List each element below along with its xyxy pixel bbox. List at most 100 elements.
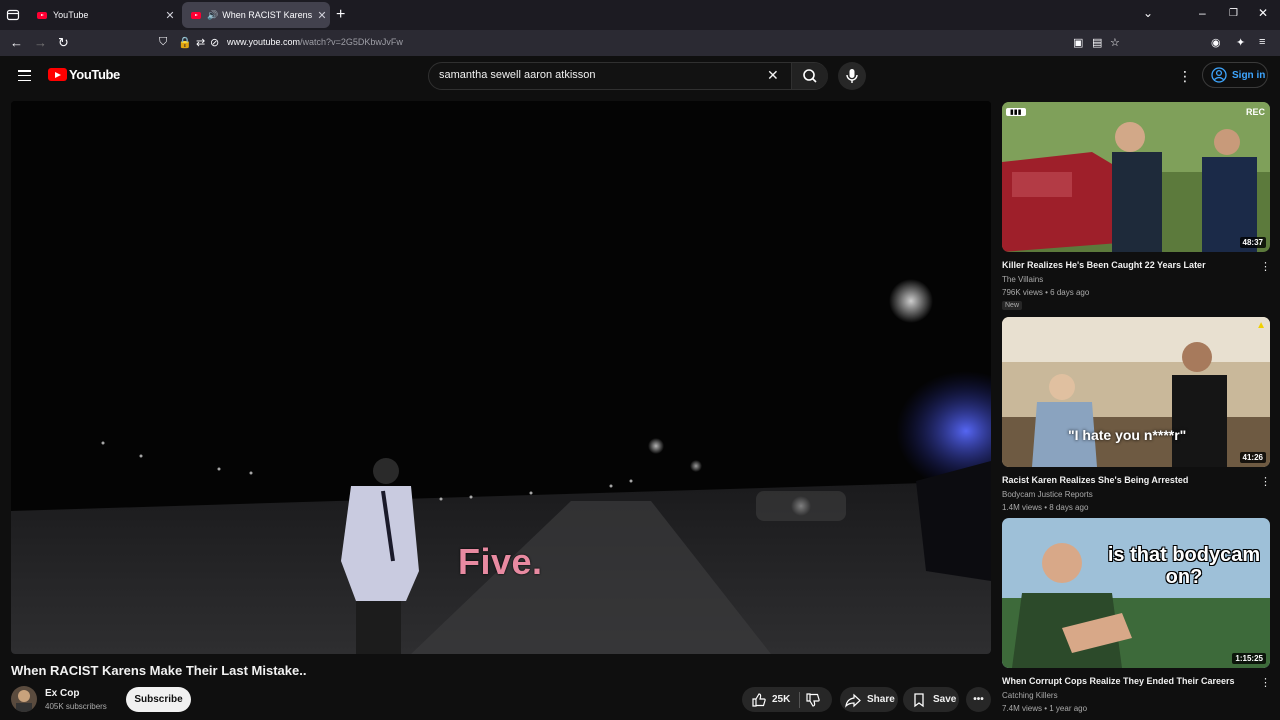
- video-duration: 41:26: [1239, 452, 1266, 463]
- search-button[interactable]: [791, 63, 828, 89]
- picture-in-picture-icon[interactable]: ▣: [1073, 36, 1083, 49]
- account-icon[interactable]: ◉: [1211, 36, 1221, 49]
- reload-icon[interactable]: ↻: [58, 35, 69, 51]
- battery-icon: ▮▮▮: [1006, 108, 1026, 116]
- share-button[interactable]: Share: [840, 687, 898, 712]
- shield-icon[interactable]: ⛉: [159, 36, 167, 49]
- browser-nav-bar: ← → ↻ ⛉ 🔒 ⇄ ⊘ www.youtube.com/watch?v=2G…: [0, 30, 1280, 56]
- dislike-icon[interactable]: [805, 692, 821, 708]
- thumbnail-image: [1002, 317, 1270, 467]
- rec-channel[interactable]: Bodycam Justice Reports: [1002, 490, 1093, 499]
- clear-search-icon[interactable]: ✕: [767, 67, 779, 84]
- hamburger-menu-icon[interactable]: [18, 70, 31, 82]
- youtube-play-icon: [48, 68, 67, 81]
- rec-title[interactable]: When Corrupt Cops Realize They Ended The…: [1002, 676, 1235, 686]
- rec-overlay: is that bodycam on?: [1107, 544, 1261, 588]
- close-window-icon[interactable]: ✕: [1258, 6, 1268, 20]
- subscribe-button[interactable]: Subscribe: [126, 687, 191, 712]
- tab-title: YouTube: [53, 10, 89, 20]
- tracking-icon[interactable]: ⊘: [210, 36, 219, 49]
- microphone-icon: [846, 69, 858, 83]
- rec-channel[interactable]: Catching Killers: [1002, 691, 1058, 700]
- more-actions-icon[interactable]: •••: [966, 687, 991, 712]
- logo-text: YouTube: [69, 67, 120, 82]
- voice-search-button[interactable]: [838, 62, 866, 90]
- extensions-icon[interactable]: ✦: [1236, 36, 1245, 49]
- menu-icon[interactable]: ≡: [1259, 36, 1265, 48]
- video-thumbnail[interactable]: ▲ "I hate you n****r" 41:26: [1002, 317, 1270, 467]
- search-input[interactable]: samantha sewell aaron atkisson: [439, 69, 596, 81]
- youtube-header: YouTube samantha sewell aaron atkisson ✕: [0, 56, 1280, 96]
- bookmark-icon: [914, 692, 924, 707]
- divider: [799, 691, 800, 708]
- lock-icon[interactable]: 🔒: [178, 36, 192, 49]
- like-count[interactable]: 25K: [772, 694, 790, 705]
- search-icon: [803, 69, 817, 83]
- recommendation-item[interactable]: is that bodycam on? 1:15:25 When Corrupt…: [1002, 518, 1271, 718]
- permissions-icon[interactable]: ⇄: [196, 36, 205, 49]
- restore-icon[interactable]: ❐: [1229, 8, 1238, 19]
- video-duration: 48:37: [1239, 237, 1266, 248]
- youtube-favicon-icon: [37, 11, 47, 19]
- browser-tab-active[interactable]: 🔊 When RACIST Karens Make ✕: [182, 2, 330, 28]
- search-box: samantha sewell aaron atkisson ✕: [428, 62, 828, 90]
- save-label: Save: [933, 694, 957, 705]
- browser-tab-bar: YouTube ✕ 🔊 When RACIST Karens Make ✕ + …: [0, 0, 1280, 30]
- reader-view-icon[interactable]: ▤: [1092, 36, 1102, 49]
- video-thumbnail[interactable]: ▮▮▮ REC 48:37: [1002, 102, 1270, 252]
- avatar: [16, 690, 32, 712]
- sign-in-button[interactable]: Sign in: [1202, 62, 1268, 88]
- rec-meta: 796K views • 6 days ago: [1002, 288, 1090, 297]
- warning-icon: ▲: [1256, 320, 1266, 331]
- rec-kebab-icon[interactable]: ⋮: [1260, 260, 1271, 273]
- new-badge: New: [1002, 301, 1023, 310]
- bookmark-star-icon[interactable]: ☆: [1110, 36, 1120, 49]
- browser-tab-youtube[interactable]: YouTube ✕: [28, 2, 178, 28]
- rec-meta: 7.4M views • 1 year ago: [1002, 704, 1088, 713]
- video-caption: Five.: [458, 541, 543, 582]
- speaker-icon[interactable]: 🔊: [207, 10, 218, 21]
- recommendation-item[interactable]: ▮▮▮ REC 48:37 Killer Realizes He's Been …: [1002, 102, 1271, 314]
- subscriber-count: 405K subscribers: [45, 702, 107, 711]
- thumbnail-image: [1002, 102, 1270, 252]
- tab-overflow-chevron-icon[interactable]: ⌄: [1143, 6, 1153, 20]
- rec-kebab-icon[interactable]: ⋮: [1260, 475, 1271, 488]
- close-tab-icon[interactable]: ✕: [314, 9, 330, 22]
- url-text: www.youtube.com/watch?v=2G5DKbwJvFw: [227, 37, 403, 47]
- video-thumbnail[interactable]: is that bodycam on? 1:15:25: [1002, 518, 1270, 668]
- like-dislike-group: 25K: [742, 687, 832, 712]
- rec-overlay: "I hate you n****r": [1068, 427, 1187, 443]
- url-path: /watch?v=2G5DKbwJvFw: [300, 37, 403, 47]
- rec-kebab-icon[interactable]: ⋮: [1260, 676, 1271, 689]
- recommendation-item[interactable]: ▲ "I hate you n****r" 41:26 Racist Karen…: [1002, 317, 1271, 517]
- forward-icon[interactable]: →: [34, 35, 47, 50]
- minimize-icon[interactable]: –: [1199, 6, 1206, 20]
- address-bar[interactable]: ⛉ 🔒 ⇄ ⊘ www.youtube.com/watch?v=2G5DKbwJ…: [150, 33, 1130, 53]
- thumbnail-image: [1002, 518, 1270, 668]
- rec-channel[interactable]: The Villains: [1002, 275, 1043, 284]
- rec-title[interactable]: Racist Karen Realizes She's Being Arrest…: [1002, 475, 1188, 485]
- user-circle-icon: [1211, 67, 1227, 83]
- rec-title[interactable]: Killer Realizes He's Been Caught 22 Year…: [1002, 260, 1206, 270]
- rec-meta: 1.4M views • 8 days ago: [1002, 503, 1089, 512]
- like-icon[interactable]: [751, 692, 767, 708]
- url-domain: www.youtube.com: [227, 37, 301, 47]
- share-label: Share: [867, 694, 895, 705]
- tab-title: When RACIST Karens Make: [222, 10, 314, 20]
- video-duration: 1:15:25: [1232, 653, 1266, 664]
- youtube-favicon-icon: [191, 11, 201, 19]
- back-icon[interactable]: ←: [10, 35, 23, 50]
- channel-name[interactable]: Ex Cop: [45, 688, 79, 699]
- youtube-logo[interactable]: YouTube: [48, 67, 120, 82]
- rec-overlay: REC: [1245, 107, 1265, 117]
- new-tab-icon[interactable]: +: [336, 6, 345, 24]
- settings-kebab-icon[interactable]: ⋮: [1178, 68, 1192, 85]
- video-title: When RACIST Karens Make Their Last Mista…: [11, 663, 307, 678]
- close-tab-icon[interactable]: ✕: [162, 9, 178, 22]
- channel-avatar[interactable]: [11, 686, 37, 712]
- share-icon: [845, 693, 861, 708]
- tab-list-icon[interactable]: [6, 8, 20, 22]
- sign-in-label: Sign in: [1232, 69, 1266, 81]
- video-player[interactable]: Five.: [11, 101, 991, 654]
- save-button[interactable]: Save: [903, 687, 959, 712]
